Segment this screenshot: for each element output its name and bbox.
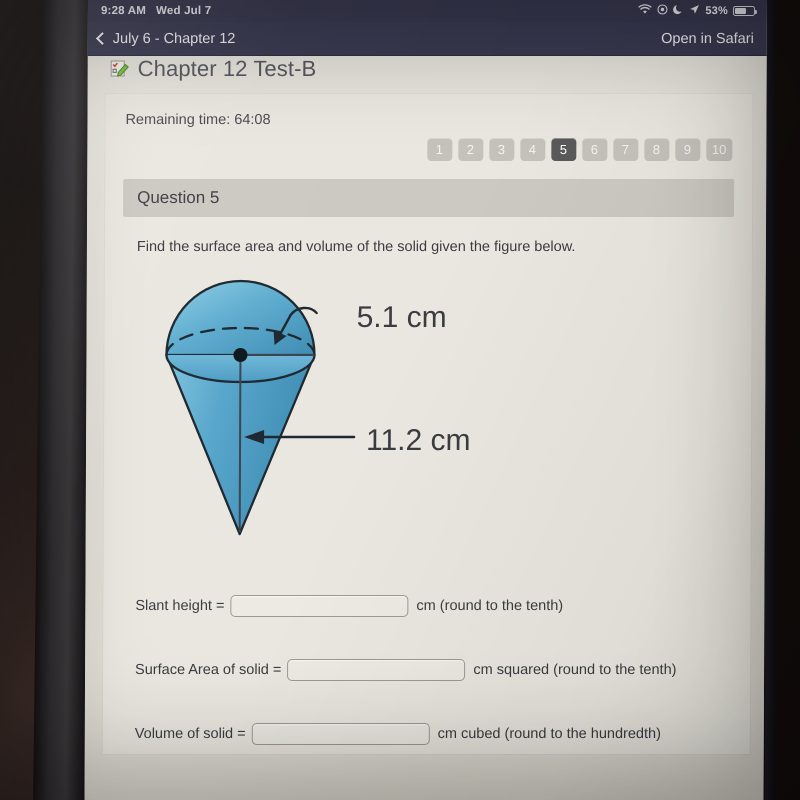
center-point (233, 348, 248, 362)
quiz-card: Remaining time: 64:08 1 2 3 4 5 6 7 8 9 … (102, 94, 753, 754)
height-axis-line (238, 355, 242, 532)
answer-row-volume: Volume of solid = cm cubed (round to the… (135, 723, 736, 745)
ios-status-bar: 9:28 AM Wed Jul 7 53% (87, 0, 767, 22)
volume-input[interactable] (251, 723, 430, 745)
quiz-edit-icon (110, 59, 130, 79)
surface-area-input[interactable] (287, 659, 466, 681)
question-nav-item-8[interactable]: 8 (643, 138, 669, 161)
quiz-title: Chapter 12 Test-B (137, 56, 317, 81)
slant-height-label: Slant height = (135, 598, 225, 614)
radius-label: 5.1 cm (357, 301, 447, 334)
battery-percent-label: 53% (705, 5, 728, 17)
question-nav: 1 2 3 4 5 6 7 8 9 10 (119, 138, 733, 161)
photographed-tablet-scene: 9:28 AM Wed Jul 7 53% July 6 - Chapter 1… (0, 0, 800, 800)
slant-height-input[interactable] (230, 595, 409, 617)
back-button[interactable]: July 6 - Chapter 12 (95, 30, 236, 47)
surface-area-label: Surface Area of solid = (135, 662, 282, 678)
answer-row-slant-height: Slant height = cm (round to the tenth) (135, 595, 736, 617)
wifi-icon (638, 4, 652, 18)
question-nav-item-1[interactable]: 1 (426, 138, 452, 161)
question-nav-item-4[interactable]: 4 (519, 138, 545, 161)
question-prompt: Find the surface area and volume of the … (136, 239, 576, 255)
slant-height-unit: cm (round to the tenth) (416, 598, 564, 614)
tablet-bezel-right (765, 0, 775, 800)
cone-hemisphere-figure: 5.1 cm 11.2 cm (165, 279, 471, 536)
volume-unit: cm cubed (round to the hundredth) (437, 726, 661, 742)
screen-record-icon (657, 4, 668, 18)
chevron-left-icon (95, 32, 109, 45)
question-header: Question 5 (123, 179, 735, 217)
question-nav-item-6[interactable]: 6 (581, 138, 607, 161)
remaining-time: Remaining time: 64:08 (125, 112, 271, 128)
answer-fields: Slant height = cm (round to the tenth) S… (135, 595, 737, 745)
hemisphere-dome (165, 279, 316, 357)
question-nav-item-9[interactable]: 9 (674, 138, 700, 161)
quiz-page: Chapter 12 Test-B Remaining time: 64:08 … (84, 56, 767, 800)
open-in-safari-button[interactable]: Open in Safari (661, 31, 754, 47)
question-nav-item-10[interactable]: 10 (705, 138, 733, 161)
navigation-bar: July 6 - Chapter 12 Open in Safari (87, 22, 767, 56)
tablet-screen: 9:28 AM Wed Jul 7 53% July 6 - Chapter 1… (84, 0, 767, 800)
height-label: 11.2 cm (366, 424, 471, 457)
question-nav-item-3[interactable]: 3 (488, 138, 514, 161)
battery-icon (732, 6, 755, 16)
volume-label: Volume of solid = (134, 726, 246, 742)
surface-area-unit: cm squared (round to the tenth) (473, 662, 677, 678)
question-nav-item-2[interactable]: 2 (457, 138, 483, 161)
status-bar-time: 9:28 AM (100, 5, 147, 17)
quiz-title-row: Chapter 12 Test-B (88, 56, 767, 84)
question-nav-item-5[interactable]: 5 (550, 138, 576, 161)
status-bar-date: Wed Jul 7 (156, 5, 212, 17)
back-button-label: July 6 - Chapter 12 (112, 30, 236, 47)
location-arrow-icon (689, 4, 700, 18)
answer-row-surface-area: Surface Area of solid = cm squared (roun… (135, 659, 736, 681)
question-nav-item-7[interactable]: 7 (612, 138, 638, 161)
do-not-disturb-moon-icon (673, 4, 684, 18)
figure-container: 5.1 cm 11.2 cm (118, 269, 738, 569)
